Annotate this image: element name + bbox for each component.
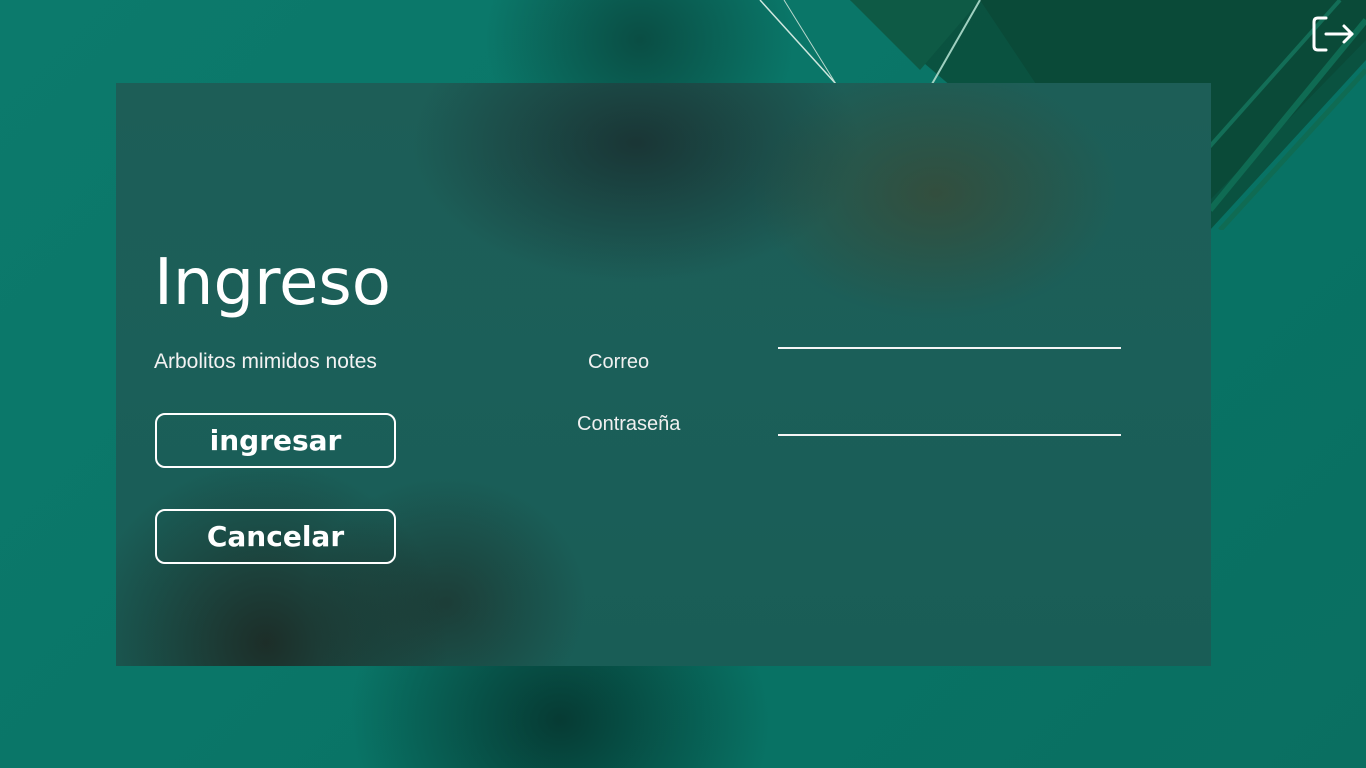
page-title: Ingreso — [154, 246, 391, 320]
ingresar-button[interactable]: ingresar — [155, 413, 396, 468]
login-card: Ingreso Arbolitos mimidos notes ingresar… — [116, 83, 1211, 666]
app-subtitle: Arbolitos mimidos notes — [154, 350, 377, 373]
correo-label: Correo — [588, 351, 650, 373]
cancelar-button[interactable]: Cancelar — [155, 509, 396, 564]
logout-button[interactable] — [1310, 14, 1356, 54]
contrasena-field[interactable] — [778, 406, 1121, 436]
logout-icon — [1312, 16, 1354, 52]
contrasena-label: Contraseña — [577, 413, 681, 435]
correo-field[interactable] — [778, 319, 1121, 349]
